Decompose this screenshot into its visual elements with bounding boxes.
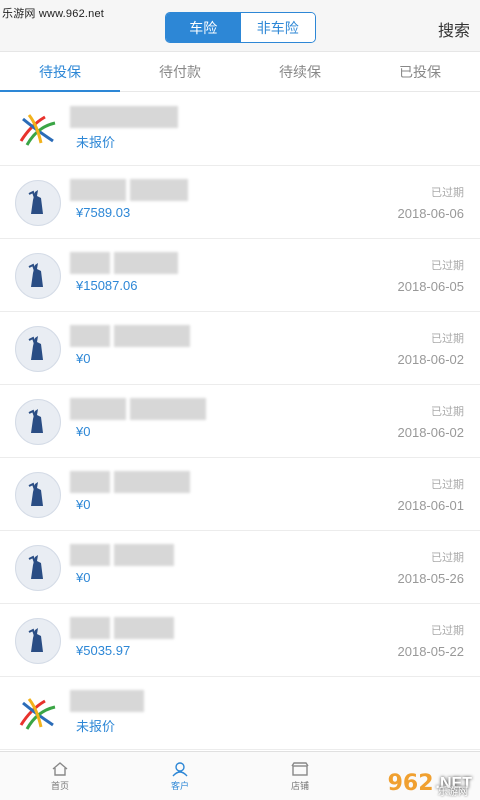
nav-store-label: 店铺 <box>290 780 309 791</box>
insurer-logo-icon <box>15 399 61 445</box>
policy-date: 2018-05-22 <box>397 644 465 659</box>
blurred-customer-name <box>70 179 188 203</box>
quote-amount: 未报价 <box>76 135 116 150</box>
policy-date: 2018-06-02 <box>397 425 465 440</box>
watermark-sub: 乐游网 <box>438 787 468 798</box>
quote-amount: 未报价 <box>76 719 116 734</box>
policy-status: 已过期 <box>431 187 464 199</box>
bottom-navigation: 首页 客户 店铺 962 .NET 乐游网 <box>0 751 480 800</box>
list-item[interactable]: ¥7589.03 已过期 2018-06-06 <box>0 166 480 239</box>
policy-status: 已过期 <box>431 479 464 491</box>
nav-home[interactable]: 首页 <box>0 752 120 800</box>
blurred-customer-name <box>70 544 174 568</box>
quote-amount: ¥15087.06 <box>76 278 138 293</box>
quote-amount: ¥0 <box>76 351 91 366</box>
list-item[interactable]: ¥0 已过期 2018-06-02 <box>0 385 480 458</box>
list-item[interactable]: ¥0 已过期 2018-06-01 <box>0 458 480 531</box>
blurred-customer-name <box>70 325 190 349</box>
blurred-customer-name <box>70 252 178 276</box>
tab-pending-renewal[interactable]: 待续保 <box>240 52 360 91</box>
list-item[interactable]: ¥0 已过期 2018-06-02 <box>0 312 480 385</box>
policy-date: 2018-05-26 <box>397 571 465 586</box>
watermark-number: 962 <box>387 771 434 796</box>
list-item[interactable]: ¥0 已过期 2018-05-26 <box>0 531 480 604</box>
insurer-logo-icon <box>15 545 61 591</box>
quote-amount: ¥5035.97 <box>76 643 131 658</box>
policy-status: 已过期 <box>431 625 464 637</box>
nav-customer-label: 客户 <box>170 780 189 791</box>
insurer-logo-icon <box>15 180 61 226</box>
policy-status: 已过期 <box>431 552 464 564</box>
segment-car-insurance[interactable]: 车险 <box>166 13 241 42</box>
tab-pending-payment[interactable]: 待付款 <box>120 52 240 91</box>
policy-status: 已过期 <box>431 333 464 345</box>
blurred-customer-name <box>70 398 206 422</box>
policy-status: 已过期 <box>431 260 464 272</box>
insurer-logo-icon <box>15 326 61 372</box>
search-button[interactable]: 搜索 <box>438 17 470 41</box>
blurred-customer-name <box>70 617 174 641</box>
tab-pending-insure[interactable]: 待投保 <box>0 52 120 92</box>
policy-date: 2018-06-05 <box>397 279 465 294</box>
insurer-logo-icon <box>15 472 61 518</box>
quote-amount: ¥0 <box>76 424 91 439</box>
insurer-logo-icon <box>15 691 61 737</box>
policy-date: 2018-06-01 <box>397 498 465 513</box>
insurance-type-toggle[interactable]: 车险 非车险 <box>165 12 316 43</box>
nav-store[interactable]: 店铺 <box>240 752 360 800</box>
policy-date: 2018-06-02 <box>397 352 465 367</box>
status-tabs: 待投保 待付款 待续保 已投保 <box>0 52 480 92</box>
tab-insured[interactable]: 已投保 <box>360 52 480 91</box>
home-icon <box>52 761 68 776</box>
policy-list: 未报价 ¥7589.03 已过期 2018-06-06 ¥15087.06 已过… <box>0 93 480 750</box>
insurer-logo-icon <box>15 253 61 299</box>
nav-home-label: 首页 <box>50 780 69 791</box>
quote-amount: ¥0 <box>76 497 91 512</box>
nav-customer[interactable]: 客户 <box>120 752 240 800</box>
list-item[interactable]: 未报价 <box>0 93 480 166</box>
list-item[interactable]: 未报价 <box>0 677 480 750</box>
blurred-customer-name <box>70 471 190 495</box>
watermark-text: 乐游网 www.962.net <box>2 8 105 20</box>
store-icon <box>291 761 309 776</box>
quote-amount: ¥0 <box>76 570 91 585</box>
list-item[interactable]: ¥15087.06 已过期 2018-06-05 <box>0 239 480 312</box>
corner-watermark-logo: 962 .NET 乐游网 <box>387 771 472 798</box>
insurer-logo-icon <box>15 107 61 153</box>
blurred-customer-name <box>70 106 178 130</box>
quote-amount: ¥7589.03 <box>76 205 131 220</box>
customer-icon <box>172 761 188 776</box>
blurred-customer-name <box>70 690 144 714</box>
policy-status: 已过期 <box>431 406 464 418</box>
segment-non-car-insurance[interactable]: 非车险 <box>240 13 315 42</box>
policy-date: 2018-06-06 <box>397 206 465 221</box>
insurer-logo-icon <box>15 618 61 664</box>
list-item[interactable]: ¥5035.97 已过期 2018-05-22 <box>0 604 480 677</box>
